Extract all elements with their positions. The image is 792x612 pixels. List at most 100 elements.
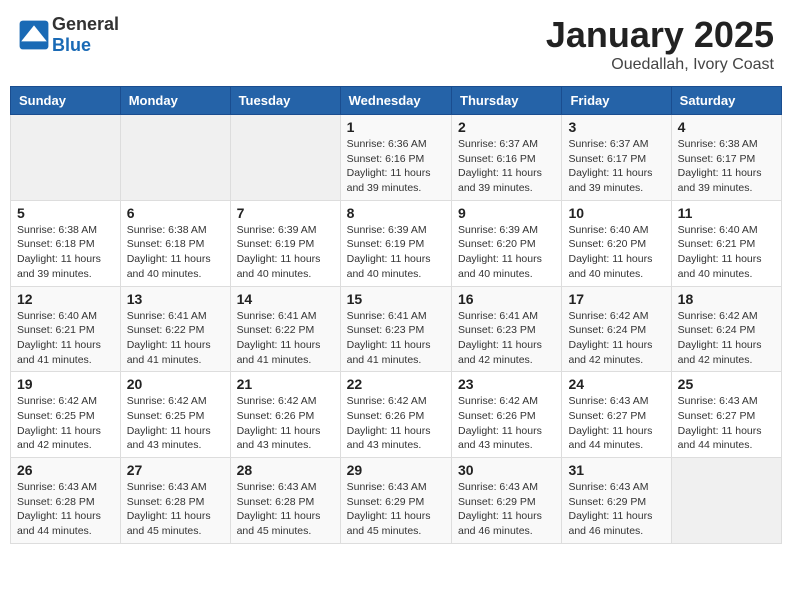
day-info: Sunrise: 6:37 AM Sunset: 6:16 PM Dayligh… [458,137,555,196]
day-number: 12 [17,291,114,307]
day-info: Sunrise: 6:42 AM Sunset: 6:24 PM Dayligh… [568,309,664,368]
day-number: 23 [458,376,555,392]
calendar-cell: 18 Sunrise: 6:42 AM Sunset: 6:24 PM Dayli… [671,286,781,372]
day-info: Sunrise: 6:39 AM Sunset: 6:20 PM Dayligh… [458,223,555,282]
day-info: Sunrise: 6:43 AM Sunset: 6:28 PM Dayligh… [17,480,114,539]
day-number: 28 [237,462,334,478]
logo-blue-text: Blue [52,35,119,56]
calendar-cell: 20 Sunrise: 6:42 AM Sunset: 6:25 PM Dayli… [120,372,230,458]
day-number: 19 [17,376,114,392]
calendar-cell: 24 Sunrise: 6:43 AM Sunset: 6:27 PM Dayli… [562,372,671,458]
calendar-cell: 10 Sunrise: 6:40 AM Sunset: 6:20 PM Dayli… [562,200,671,286]
calendar-cell: 15 Sunrise: 6:41 AM Sunset: 6:23 PM Dayli… [340,286,451,372]
day-info: Sunrise: 6:42 AM Sunset: 6:25 PM Dayligh… [127,394,224,453]
day-number: 10 [568,205,664,221]
logo: General Blue [18,14,119,56]
day-info: Sunrise: 6:39 AM Sunset: 6:19 PM Dayligh… [347,223,445,282]
day-number: 8 [347,205,445,221]
day-info: Sunrise: 6:40 AM Sunset: 6:21 PM Dayligh… [678,223,775,282]
day-info: Sunrise: 6:38 AM Sunset: 6:18 PM Dayligh… [127,223,224,282]
weekday-header-wednesday: Wednesday [340,87,451,115]
day-number: 27 [127,462,224,478]
calendar-cell: 23Sunrise: 6:42 AM Sunset: 6:26 PM Dayli… [452,372,562,458]
calendar-cell: 14 Sunrise: 6:41 AM Sunset: 6:22 PM Dayli… [230,286,340,372]
weekday-header-friday: Friday [562,87,671,115]
weekday-header-monday: Monday [120,87,230,115]
calendar-cell: 29 Sunrise: 6:43 AM Sunset: 6:29 PM Dayli… [340,458,451,544]
day-info: Sunrise: 6:37 AM Sunset: 6:17 PM Dayligh… [568,137,664,196]
day-number: 17 [568,291,664,307]
calendar-cell: 25Sunrise: 6:43 AM Sunset: 6:27 PM Dayli… [671,372,781,458]
location: Ouedallah, Ivory Coast [546,56,774,74]
calendar-week-row: 26 Sunrise: 6:43 AM Sunset: 6:28 PM Dayli… [11,458,782,544]
day-info: Sunrise: 6:42 AM Sunset: 6:26 PM Dayligh… [347,394,445,453]
day-number: 16 [458,291,555,307]
day-number: 2 [458,119,555,135]
calendar-week-row: 1Sunrise: 6:36 AM Sunset: 6:16 PM Daylig… [11,115,782,201]
logo-icon [18,19,50,51]
calendar-cell: 7Sunrise: 6:39 AM Sunset: 6:19 PM Daylig… [230,200,340,286]
day-number: 31 [568,462,664,478]
calendar-week-row: 5 Sunrise: 6:38 AM Sunset: 6:18 PM Daylig… [11,200,782,286]
calendar-cell: 22 Sunrise: 6:42 AM Sunset: 6:26 PM Dayli… [340,372,451,458]
day-info: Sunrise: 6:43 AM Sunset: 6:29 PM Dayligh… [458,480,555,539]
calendar-cell: 27Sunrise: 6:43 AM Sunset: 6:28 PM Dayli… [120,458,230,544]
day-number: 9 [458,205,555,221]
day-number: 20 [127,376,224,392]
calendar-cell [11,115,121,201]
weekday-header-sunday: Sunday [11,87,121,115]
calendar-cell: 16Sunrise: 6:41 AM Sunset: 6:23 PM Dayli… [452,286,562,372]
day-info: Sunrise: 6:43 AM Sunset: 6:27 PM Dayligh… [568,394,664,453]
day-number: 24 [568,376,664,392]
calendar-table: SundayMondayTuesdayWednesdayThursdayFrid… [10,86,782,544]
weekday-header-row: SundayMondayTuesdayWednesdayThursdayFrid… [11,87,782,115]
day-number: 29 [347,462,445,478]
calendar-cell: 8 Sunrise: 6:39 AM Sunset: 6:19 PM Daylig… [340,200,451,286]
day-info: Sunrise: 6:43 AM Sunset: 6:29 PM Dayligh… [347,480,445,539]
day-number: 3 [568,119,664,135]
day-info: Sunrise: 6:41 AM Sunset: 6:22 PM Dayligh… [127,309,224,368]
day-number: 30 [458,462,555,478]
day-info: Sunrise: 6:41 AM Sunset: 6:23 PM Dayligh… [347,309,445,368]
day-number: 1 [347,119,445,135]
calendar-cell [671,458,781,544]
day-number: 25 [678,376,775,392]
calendar-cell [120,115,230,201]
calendar-cell: 9 Sunrise: 6:39 AM Sunset: 6:20 PM Daylig… [452,200,562,286]
calendar-week-row: 19 Sunrise: 6:42 AM Sunset: 6:25 PM Dayli… [11,372,782,458]
day-number: 21 [237,376,334,392]
day-number: 13 [127,291,224,307]
day-number: 6 [127,205,224,221]
calendar-cell: 12 Sunrise: 6:40 AM Sunset: 6:21 PM Dayli… [11,286,121,372]
day-info: Sunrise: 6:40 AM Sunset: 6:20 PM Dayligh… [568,223,664,282]
day-info: Sunrise: 6:42 AM Sunset: 6:24 PM Dayligh… [678,309,775,368]
calendar-cell: 11 Sunrise: 6:40 AM Sunset: 6:21 PM Dayli… [671,200,781,286]
day-number: 4 [678,119,775,135]
day-number: 14 [237,291,334,307]
day-info: Sunrise: 6:43 AM Sunset: 6:28 PM Dayligh… [237,480,334,539]
day-number: 15 [347,291,445,307]
day-info: Sunrise: 6:41 AM Sunset: 6:22 PM Dayligh… [237,309,334,368]
month-title: January 2025 [546,14,774,56]
calendar-cell: 31 Sunrise: 6:43 AM Sunset: 6:29 PM Dayli… [562,458,671,544]
day-info: Sunrise: 6:39 AM Sunset: 6:19 PM Dayligh… [237,223,334,282]
day-info: Sunrise: 6:43 AM Sunset: 6:29 PM Dayligh… [568,480,664,539]
weekday-header-tuesday: Tuesday [230,87,340,115]
day-info: Sunrise: 6:38 AM Sunset: 6:17 PM Dayligh… [678,137,775,196]
day-number: 11 [678,205,775,221]
weekday-header-saturday: Saturday [671,87,781,115]
day-info: Sunrise: 6:40 AM Sunset: 6:21 PM Dayligh… [17,309,114,368]
calendar-cell: 30 Sunrise: 6:43 AM Sunset: 6:29 PM Dayli… [452,458,562,544]
day-number: 26 [17,462,114,478]
calendar-cell: 17 Sunrise: 6:42 AM Sunset: 6:24 PM Dayli… [562,286,671,372]
calendar-cell: 2 Sunrise: 6:37 AM Sunset: 6:16 PM Daylig… [452,115,562,201]
day-number: 22 [347,376,445,392]
day-number: 5 [17,205,114,221]
day-info: Sunrise: 6:42 AM Sunset: 6:26 PM Dayligh… [237,394,334,453]
title-block: January 2025 Ouedallah, Ivory Coast [546,14,774,74]
day-number: 18 [678,291,775,307]
calendar-cell [230,115,340,201]
weekday-header-thursday: Thursday [452,87,562,115]
calendar-cell: 21 Sunrise: 6:42 AM Sunset: 6:26 PM Dayli… [230,372,340,458]
calendar-cell: 4 Sunrise: 6:38 AM Sunset: 6:17 PM Daylig… [671,115,781,201]
